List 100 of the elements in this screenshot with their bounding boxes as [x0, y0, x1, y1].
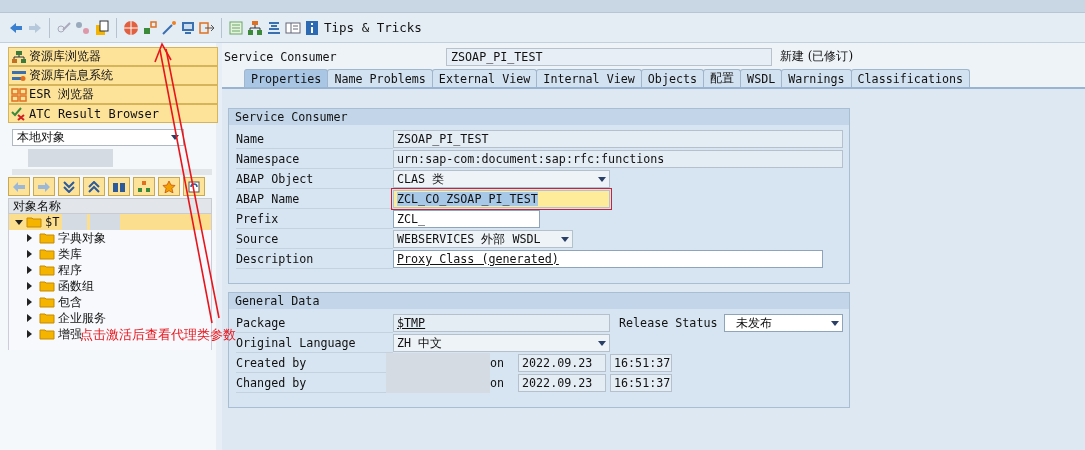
nav-button[interactable]: ATC Result Browser — [8, 104, 218, 123]
folder-icon — [26, 216, 42, 228]
redaction-block — [88, 149, 113, 167]
stack-icon[interactable] — [266, 19, 282, 36]
tree-item-label: 字典对象 — [58, 229, 106, 247]
folder-icon — [39, 280, 55, 292]
chevrons-down-icon — [62, 180, 76, 193]
layout-icon[interactable] — [285, 19, 301, 36]
tab[interactable]: 配置 — [703, 69, 742, 87]
field-label: Namespace — [236, 149, 393, 169]
object-dropdown[interactable]: 本地对象 — [12, 129, 184, 146]
redaction-block — [90, 214, 121, 230]
date-field: 2022.09.23 — [518, 374, 606, 392]
tab[interactable]: WSDL — [740, 69, 783, 87]
tree-item-label: 程序 — [58, 261, 82, 279]
nav-button[interactable]: 资源库信息系统 — [8, 66, 218, 85]
input-field[interactable]: $TMP — [393, 314, 610, 332]
wand-icon[interactable] — [161, 19, 177, 36]
input-field[interactable]: ZCL_CO_ZSOAP_PI_TEST — [393, 190, 610, 208]
tree-item[interactable]: 程序 — [9, 262, 84, 278]
dropdown-field[interactable]: WEBSERVICES 外部 WSDL — [393, 230, 573, 248]
tree-item-label: 企业服务 — [58, 309, 106, 327]
hierarchy-icon — [137, 180, 151, 193]
tree-item[interactable]: 函数组 — [9, 278, 96, 294]
tab[interactable]: Name Problems — [327, 69, 433, 87]
tab[interactable]: Objects — [640, 69, 705, 87]
tree-item-label: 增强 — [58, 325, 82, 343]
tab[interactable]: Internal View — [536, 69, 642, 87]
input-field[interactable]: urn:sap-com:document:sap:rfc:functions — [393, 150, 843, 168]
back-icon — [12, 180, 26, 193]
info-icon[interactable] — [304, 19, 320, 36]
star-icon — [162, 180, 176, 193]
field-label: Source — [236, 229, 393, 249]
input-field[interactable]: Proxy Class (generated) — [393, 250, 823, 268]
redaction-block — [28, 149, 58, 167]
folder-icon — [39, 232, 55, 244]
tree-item[interactable]: 类库 — [9, 246, 84, 262]
tree-item-label: 函数组 — [58, 277, 94, 295]
panel-title: Service Consumer — [229, 109, 849, 125]
nav-button[interactable]: ESR 浏览器 — [8, 85, 218, 104]
status-text: 新建 (已修订) — [780, 48, 854, 65]
annotation-text: 点击激活后查看代理类参数 — [80, 327, 236, 342]
tree-item[interactable]: $T — [9, 214, 211, 230]
field-label: Package — [236, 313, 393, 333]
hierarchy-icon[interactable] — [247, 19, 263, 36]
field-label: Release Status — [619, 316, 719, 330]
sliders-icon — [11, 68, 27, 83]
folder-icon — [39, 264, 55, 276]
monitor-icon[interactable] — [180, 19, 196, 36]
field-label: Original Language — [236, 333, 393, 353]
object-name-field: ZSOAP_PI_TEST — [446, 47, 772, 66]
time-field: 16:51:37 — [610, 354, 672, 372]
refresh-icon — [187, 180, 201, 193]
tree-item[interactable]: 企业服务 — [9, 310, 108, 326]
copy-icon[interactable] — [94, 19, 110, 36]
find-button[interactable] — [108, 177, 130, 196]
forward-icon — [37, 180, 51, 193]
time-field: 16:51:37 — [610, 374, 672, 392]
favorites-button[interactable] — [158, 177, 180, 196]
export-icon[interactable] — [199, 19, 215, 36]
folder-icon — [39, 248, 55, 260]
hierarchy-button[interactable] — [133, 177, 155, 196]
field-label: Prefix — [236, 209, 393, 229]
redaction-block — [62, 214, 88, 230]
tree-item[interactable]: 字典对象 — [9, 230, 108, 246]
tab[interactable]: Properties — [244, 69, 329, 87]
dropdown-field[interactable]: ZH 中文 — [393, 334, 610, 352]
field-label: Service Consumer — [224, 49, 338, 64]
field-label: Description — [236, 249, 393, 269]
chevrons-up-icon — [87, 180, 101, 193]
tab[interactable]: External View — [431, 69, 538, 87]
tab[interactable]: Classifications — [850, 69, 971, 87]
tab[interactable]: Warnings — [781, 69, 852, 87]
field-label: on — [490, 376, 506, 390]
tips-tricks-link[interactable]: Tips & Tricks — [324, 20, 422, 35]
hierarchy-icon[interactable] — [142, 19, 158, 36]
ball-icon[interactable] — [123, 19, 139, 36]
tree-item-label: $T — [45, 215, 60, 229]
grid-icon — [11, 87, 27, 102]
dropdown-field[interactable]: CLAS 类 — [393, 170, 610, 188]
hierarchy-icon — [11, 49, 27, 64]
date-field: 2022.09.23 — [518, 354, 606, 372]
input-field[interactable]: ZCL_ — [393, 210, 540, 228]
field-label: on — [490, 356, 506, 370]
panel-title: General Data — [229, 293, 849, 309]
check-cross-icon — [11, 106, 27, 121]
expand-button[interactable] — [83, 177, 105, 196]
input-field[interactable]: ZSOAP_PI_TEST — [393, 130, 843, 148]
collapse-button[interactable] — [58, 177, 80, 196]
folder-icon — [39, 296, 55, 308]
folder-icon — [39, 312, 55, 324]
field-label: Name — [236, 129, 393, 149]
scrollbar[interactable] — [12, 169, 212, 175]
folder-icon — [39, 328, 55, 340]
tree-item-label: 包含 — [58, 293, 82, 311]
dropdown-field[interactable]: 未发布 — [724, 314, 843, 332]
column-header: 对象名称 — [8, 198, 212, 214]
tree-item[interactable]: 包含 — [9, 294, 84, 310]
nav-button[interactable]: 资源库浏览器 — [8, 47, 218, 66]
tree-item-label: 类库 — [58, 245, 82, 263]
